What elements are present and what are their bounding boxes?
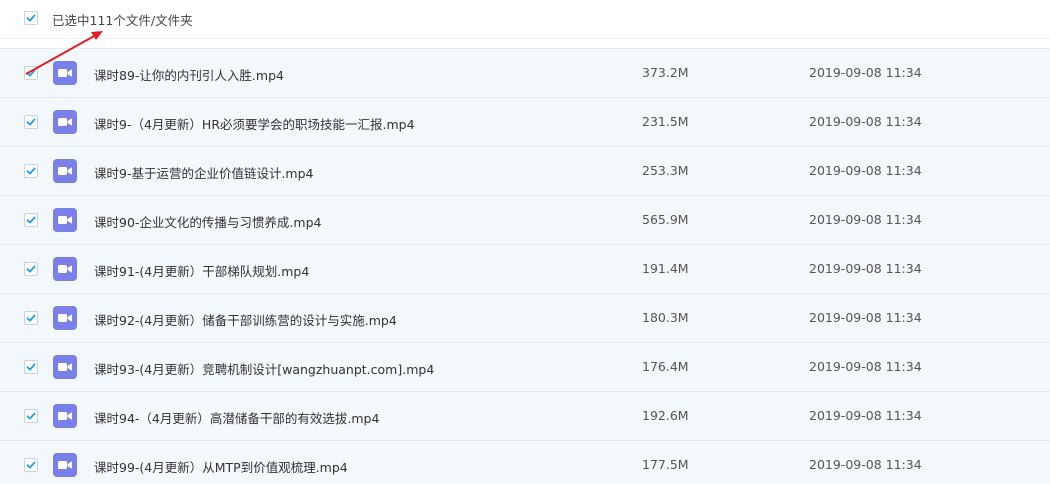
file-checkbox[interactable] xyxy=(24,213,38,227)
video-file-icon xyxy=(53,404,77,428)
checkmark-icon xyxy=(26,412,36,420)
file-size: 176.4M xyxy=(642,359,689,374)
file-size: 565.9M xyxy=(642,212,689,227)
file-size: 177.5M xyxy=(642,457,689,472)
file-name[interactable]: 课时92-(4月更新）储备干部训练营的设计与实施.mp4 xyxy=(94,310,397,329)
video-file-icon xyxy=(53,61,77,85)
file-size: 253.3M xyxy=(642,163,689,178)
video-file-icon xyxy=(53,110,77,134)
file-name[interactable]: 课时91-(4月更新）干部梯队规划.mp4 xyxy=(94,261,309,280)
file-row[interactable]: 课时89-让你的内刊引人入胜.mp4 373.2M 2019-09-08 11:34 xyxy=(0,48,1050,97)
video-file-icon xyxy=(53,208,77,232)
file-date: 2019-09-08 11:34 xyxy=(809,408,922,423)
select-all-checkbox[interactable] xyxy=(24,11,38,25)
file-row[interactable]: 课时93-(4月更新）竞聘机制设计[wangzhuanpt.com].mp4 17… xyxy=(0,342,1050,391)
file-name[interactable]: 课时9-（4月更新）HR必须要学会的职场技能一汇报.mp4 xyxy=(94,114,415,133)
file-date: 2019-09-08 11:34 xyxy=(809,65,922,80)
checkmark-icon xyxy=(26,314,36,322)
file-row[interactable]: 课时91-(4月更新）干部梯队规划.mp4 191.4M 2019-09-08 11… xyxy=(0,244,1050,293)
file-row[interactable]: 课时9-（4月更新）HR必须要学会的职场技能一汇报.mp4 231.5M 2019-… xyxy=(0,97,1050,146)
file-checkbox[interactable] xyxy=(24,409,38,423)
file-name[interactable]: 课时93-(4月更新）竞聘机制设计[wangzhuanpt.com].mp4 xyxy=(94,359,434,378)
file-name[interactable]: 课时89-让你的内刊引人入胜.mp4 xyxy=(94,65,284,84)
checkmark-icon xyxy=(26,118,36,126)
checkmark-icon xyxy=(26,14,36,22)
video-file-icon xyxy=(53,159,77,183)
file-checkbox[interactable] xyxy=(24,360,38,374)
file-name[interactable]: 课时9-基于运营的企业价值链设计.mp4 xyxy=(94,163,314,182)
video-file-icon xyxy=(53,306,77,330)
file-date: 2019-09-08 11:34 xyxy=(809,212,922,227)
file-checkbox[interactable] xyxy=(24,164,38,178)
file-size: 192.6M xyxy=(642,408,689,423)
checkmark-icon xyxy=(26,461,36,469)
file-checkbox[interactable] xyxy=(24,66,38,80)
video-file-icon xyxy=(53,257,77,281)
checkmark-icon xyxy=(26,167,36,175)
file-name[interactable]: 课时90-企业文化的传播与习惯养成.mp4 xyxy=(94,212,321,231)
file-date: 2019-09-08 11:34 xyxy=(809,261,922,276)
file-size: 231.5M xyxy=(642,114,689,129)
file-date: 2019-09-08 11:34 xyxy=(809,457,922,472)
file-name[interactable]: 课时99-(4月更新）从MTP到价值观梳理.mp4 xyxy=(94,457,348,476)
file-row[interactable]: 课时99-(4月更新）从MTP到价值观梳理.mp4 177.5M 2019-09-0… xyxy=(0,440,1050,484)
file-size: 191.4M xyxy=(642,261,689,276)
file-checkbox[interactable] xyxy=(24,458,38,472)
file-date: 2019-09-08 11:34 xyxy=(809,310,922,325)
video-file-icon xyxy=(53,453,77,477)
file-date: 2019-09-08 11:34 xyxy=(809,359,922,374)
file-list: 课时89-让你的内刊引人入胜.mp4 373.2M 2019-09-08 11:34… xyxy=(0,48,1050,484)
checkmark-icon xyxy=(26,216,36,224)
file-date: 2019-09-08 11:34 xyxy=(809,163,922,178)
file-list-panel: 已选中111个文件/文件夹 课时89-让你的内刊引人入胜.mp4 373.2M 20… xyxy=(0,0,1050,484)
selection-header: 已选中111个文件/文件夹 xyxy=(0,0,1050,39)
file-size: 373.2M xyxy=(642,65,689,80)
file-size: 180.3M xyxy=(642,310,689,325)
checkmark-icon xyxy=(26,363,36,371)
file-row[interactable]: 课时94-（4月更新）高潜储备干部的有效选拔.mp4 192.6M 2019-09-… xyxy=(0,391,1050,440)
file-checkbox[interactable] xyxy=(24,115,38,129)
file-checkbox[interactable] xyxy=(24,311,38,325)
file-date: 2019-09-08 11:34 xyxy=(809,114,922,129)
checkmark-icon xyxy=(26,265,36,273)
file-checkbox[interactable] xyxy=(24,262,38,276)
file-name[interactable]: 课时94-（4月更新）高潜储备干部的有效选拔.mp4 xyxy=(94,408,379,427)
file-row[interactable]: 课时90-企业文化的传播与习惯养成.mp4 565.9M 2019-09-08 11… xyxy=(0,195,1050,244)
video-file-icon xyxy=(53,355,77,379)
file-row[interactable]: 课时9-基于运营的企业价值链设计.mp4 253.3M 2019-09-08 11:… xyxy=(0,146,1050,195)
selection-summary: 已选中111个文件/文件夹 xyxy=(52,13,193,28)
checkmark-icon xyxy=(26,69,36,77)
file-row[interactable]: 课时92-(4月更新）储备干部训练营的设计与实施.mp4 180.3M 2019-0… xyxy=(0,293,1050,342)
